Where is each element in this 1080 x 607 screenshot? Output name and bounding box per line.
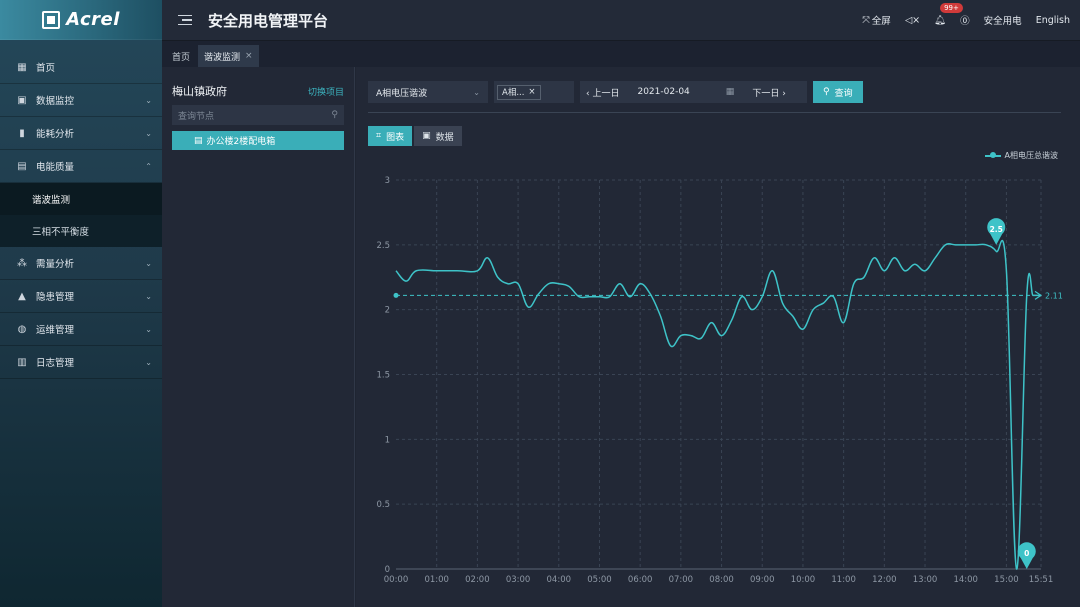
chevron-down-icon: ⌄ bbox=[145, 258, 152, 268]
sidebar-subitem-harmonic[interactable]: 谐波监测 bbox=[0, 183, 162, 215]
logo-text: Acrel bbox=[66, 9, 120, 30]
header-actions: ⤧ 全屏 ◁× 🔔︎ 99+ ⓪ 安全用电 English bbox=[862, 2, 1080, 28]
search-icon[interactable]: ⚲ bbox=[331, 110, 338, 120]
language-switch[interactable]: English bbox=[1036, 15, 1070, 26]
sidebar-item-maintenance[interactable]: ◍ 运维管理 ⌄ bbox=[0, 313, 162, 346]
x-tick-label: 04:00 bbox=[547, 575, 572, 585]
list-icon: ▥ bbox=[17, 356, 27, 368]
tab-label: 谐波监测 bbox=[204, 52, 241, 63]
tab-label: 首页 bbox=[172, 52, 191, 63]
x-tick-label: 02:00 bbox=[465, 575, 490, 585]
fullscreen-label: 全屏 bbox=[871, 16, 891, 27]
x-tick-label: 00:00 bbox=[384, 575, 409, 585]
average-label: 2.11 bbox=[1045, 291, 1063, 300]
tree-node-label: 办公楼2楼配电箱 bbox=[206, 137, 276, 147]
home-icon: ▦ bbox=[17, 61, 27, 73]
x-tick-label: 09:00 bbox=[750, 575, 775, 585]
top-bar: 安全用电管理平台 ⤧ 全屏 ◁× 🔔︎ 99+ ⓪ 安全用电 English bbox=[162, 0, 1080, 41]
x-tick-label: 10:00 bbox=[791, 575, 816, 585]
cluster-icon: ⁂ bbox=[17, 257, 27, 269]
warning-icon: ▲ bbox=[18, 290, 26, 302]
sidebar-item-label: 运维管理 bbox=[36, 325, 75, 336]
sidebar-item-logs[interactable]: ▥ 日志管理 ⌄ bbox=[0, 346, 162, 379]
x-tick-label: 06:00 bbox=[628, 575, 653, 585]
submenu-power-quality: 谐波监测 三相不平衡度 bbox=[0, 183, 162, 247]
menu-toggle-icon[interactable] bbox=[178, 14, 192, 26]
y-tick-label: 0 bbox=[385, 565, 390, 575]
project-title: 梅山镇政府 bbox=[172, 85, 227, 98]
x-tick-label: 08:00 bbox=[709, 575, 734, 585]
x-tick-label: 05:00 bbox=[587, 575, 612, 585]
min-label: 0 bbox=[1024, 549, 1029, 558]
chevron-down-icon: ⌄ bbox=[145, 95, 152, 105]
y-tick-label: 1.5 bbox=[376, 371, 390, 381]
sidebar-item-power-quality[interactable]: ▤ 电能质量 ⌃ bbox=[0, 150, 162, 183]
notification-button[interactable]: 🔔︎ 99+ bbox=[934, 2, 963, 26]
sidebar-item-home[interactable]: ▦ 首页 bbox=[0, 51, 162, 84]
sidebar-menu: ▦ 首页 ▣ 数据监控 ⌄ ▮ 能耗分析 ⌄ ▤ 电能质量 ⌃ 谐波监测 三相不… bbox=[0, 51, 162, 379]
chevron-down-icon: ⌄ bbox=[145, 128, 152, 138]
max-label: 2.5 bbox=[990, 225, 1003, 234]
y-tick-label: 3 bbox=[385, 176, 390, 186]
main-content: A相电压谐波 ⌄ A相... × ‹ 上一日 2021-02-04 ▦ 下一日 … bbox=[356, 67, 1080, 607]
x-tick-label: 13:00 bbox=[913, 575, 938, 585]
x-tick-label: 12:00 bbox=[872, 575, 897, 585]
logo: Acrel bbox=[0, 0, 162, 40]
y-tick-label: 1 bbox=[385, 435, 390, 445]
fullscreen-button[interactable]: ⤧ 全屏 bbox=[862, 13, 891, 28]
switch-project-link[interactable]: 切换项目 bbox=[308, 85, 344, 98]
x-tick-label: 03:00 bbox=[506, 575, 531, 585]
sidebar-subitem-unbalance[interactable]: 三相不平衡度 bbox=[0, 215, 162, 247]
series-line bbox=[395, 239, 1041, 570]
x-tick-label: 15:51 bbox=[1029, 575, 1054, 585]
sidebar-item-label: 隐患管理 bbox=[36, 292, 75, 303]
mute-icon[interactable]: ◁× bbox=[905, 15, 920, 26]
sidebar-item-label: 数据监控 bbox=[36, 96, 75, 107]
app-title: 安全用电管理平台 bbox=[208, 11, 329, 30]
sidebar-item-label: 首页 bbox=[36, 63, 56, 74]
close-icon[interactable]: × bbox=[245, 51, 253, 61]
average-start-marker bbox=[393, 292, 399, 298]
bar-chart-icon: ▮ bbox=[19, 127, 25, 139]
chevron-down-icon: ⌄ bbox=[145, 324, 152, 334]
tab-harmonic[interactable]: 谐波监测 × bbox=[198, 45, 259, 67]
sidebar-item-label: 日志管理 bbox=[36, 358, 75, 369]
globe-icon: ◍ bbox=[17, 323, 27, 335]
sidebar-item-data-monitor[interactable]: ▣ 数据监控 ⌄ bbox=[0, 84, 162, 117]
logo-mark-icon bbox=[42, 10, 61, 29]
document-icon: ▤ bbox=[194, 135, 203, 146]
chevron-down-icon: ⌄ bbox=[145, 291, 152, 301]
y-tick-label: 2.5 bbox=[376, 241, 390, 251]
tree-panel: 梅山镇政府 切换项目 查询节点 ⚲ ▤ 办公楼2楼配电箱 bbox=[162, 67, 355, 607]
sidebar-item-label: 能耗分析 bbox=[36, 129, 75, 140]
help-icon[interactable]: ⓪ bbox=[960, 13, 970, 27]
x-tick-label: 11:00 bbox=[831, 575, 856, 585]
calendar-icon: ▤ bbox=[17, 160, 27, 172]
y-tick-label: 0.5 bbox=[376, 500, 390, 510]
x-tick-label: 14:00 bbox=[953, 575, 978, 585]
node-search-input[interactable]: 查询节点 ⚲ bbox=[172, 105, 344, 125]
user-menu[interactable]: 安全用电 bbox=[984, 13, 1022, 27]
tree-node-selected[interactable]: ▤ 办公楼2楼配电箱 bbox=[172, 131, 344, 150]
monitor-icon: ▣ bbox=[17, 94, 27, 106]
chevron-up-icon: ⌃ bbox=[145, 161, 152, 171]
sidebar-item-hazard[interactable]: ▲ 隐患管理 ⌄ bbox=[0, 280, 162, 313]
fullscreen-icon: ⤧ bbox=[862, 14, 870, 26]
sidebar: Acrel ▦ 首页 ▣ 数据监控 ⌄ ▮ 能耗分析 ⌄ ▤ 电能质量 ⌃ 谐波… bbox=[0, 0, 162, 607]
sidebar-item-energy-analysis[interactable]: ▮ 能耗分析 ⌄ bbox=[0, 117, 162, 150]
notification-badge: 99+ bbox=[940, 2, 963, 13]
bell-icon: 🔔︎ bbox=[934, 14, 947, 26]
tab-home[interactable]: 首页 bbox=[166, 45, 196, 67]
y-tick-label: 2 bbox=[385, 306, 390, 316]
search-placeholder: 查询节点 bbox=[178, 111, 215, 122]
sidebar-item-label: 电能质量 bbox=[36, 162, 75, 173]
x-tick-label: 07:00 bbox=[669, 575, 694, 585]
x-tick-label: 15:00 bbox=[994, 575, 1019, 585]
sidebar-item-demand-analysis[interactable]: ⁂ 需量分析 ⌄ bbox=[0, 247, 162, 280]
harmonic-line-chart[interactable]: 0 0.5 1 1.5 2 2.5 3 00:00 01:00 02:00 03:00 04:00 05… bbox=[356, 67, 1080, 607]
sidebar-item-label: 需量分析 bbox=[36, 259, 75, 270]
page-tabs: 首页 谐波监测 × bbox=[162, 41, 1080, 67]
chevron-down-icon: ⌄ bbox=[145, 357, 152, 367]
x-tick-label: 01:00 bbox=[424, 575, 449, 585]
